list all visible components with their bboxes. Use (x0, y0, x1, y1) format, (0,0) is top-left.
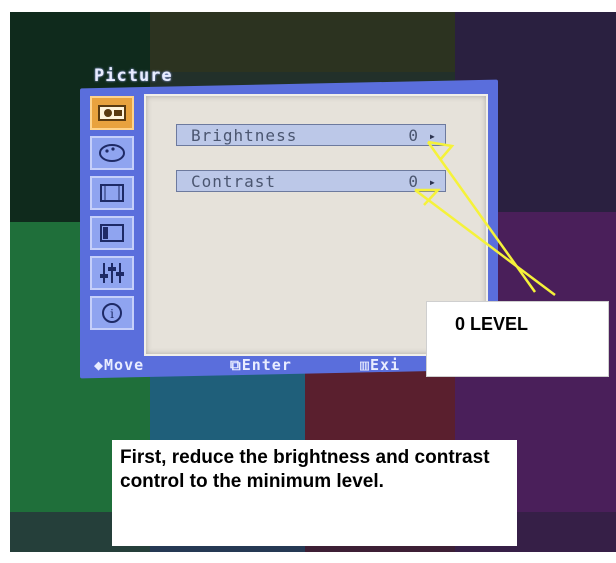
instruction-text: First, reduce the brightness and contras… (120, 447, 490, 492)
brightness-label: Brightness (191, 126, 298, 145)
contrast-value: 0 (408, 172, 419, 191)
osd-title: Picture (94, 66, 173, 86)
contrast-right-arrow-icon[interactable]: ▸ (429, 171, 437, 193)
level-callout: 0 LEVEL (426, 301, 609, 377)
contrast-setting[interactable]: Contrast 0 ▸ (176, 170, 446, 192)
picture-icon[interactable] (90, 96, 134, 130)
info-icon[interactable]: i (90, 296, 134, 330)
enter-hint: ⧉Enter (230, 356, 292, 374)
level-label: 0 LEVEL (455, 314, 529, 334)
contrast-label: Contrast (191, 172, 277, 191)
exit-hint: ▥Exi (360, 356, 401, 374)
color-icon[interactable] (90, 136, 134, 170)
brightness-setting[interactable]: Brightness 0 ▸ (176, 124, 446, 146)
svg-text:i: i (110, 307, 114, 321)
settings-icon[interactable] (90, 256, 134, 290)
geometry-icon[interactable] (90, 176, 134, 210)
move-hint: ◆Move (94, 356, 145, 374)
position-icon[interactable] (90, 216, 134, 250)
instruction-callout: First, reduce the brightness and contras… (112, 440, 517, 546)
brightness-right-arrow-icon[interactable]: ▸ (429, 125, 437, 147)
brightness-value: 0 (408, 126, 419, 145)
